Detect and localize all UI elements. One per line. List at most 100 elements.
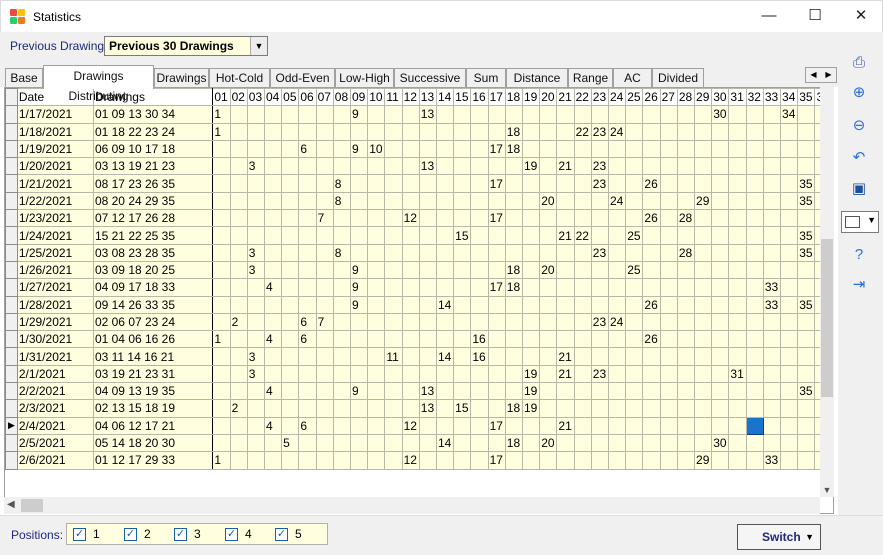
date-cell[interactable]: 1/25/2021 [16,243,94,262]
undo-icon[interactable]: ↶ [850,149,868,167]
number-cell[interactable] [332,278,351,297]
number-cell[interactable] [418,243,437,262]
zoom-out-icon[interactable]: ⊖ [850,117,868,135]
number-cell[interactable]: 18 [504,278,523,297]
number-cell[interactable]: 6 [298,312,317,332]
number-cell[interactable] [539,312,558,332]
number-cell[interactable] [418,139,437,159]
number-cell[interactable] [607,243,627,262]
checkbox-check-icon[interactable]: ✓ [73,528,86,541]
number-cell[interactable]: 23 [590,364,610,384]
number-cell[interactable] [212,382,231,401]
number-cell[interactable] [711,191,730,211]
number-cell[interactable] [453,209,472,228]
number-cell[interactable] [625,399,644,418]
number-cell[interactable] [315,122,334,141]
number-cell[interactable] [315,157,334,176]
number-cell[interactable] [470,382,489,401]
number-cell[interactable] [676,295,696,314]
number-cell[interactable] [435,416,455,435]
number-cell[interactable] [246,451,265,470]
number-cell[interactable] [435,122,455,141]
number-cell[interactable] [539,330,558,349]
number-cell[interactable] [384,312,403,332]
number-cell[interactable] [762,312,782,332]
number-cell[interactable] [246,139,265,159]
number-cell[interactable] [263,260,283,280]
number-cell[interactable] [521,122,541,141]
number-cell[interactable] [556,330,575,349]
number-cell[interactable]: 4 [263,278,283,297]
number-cell[interactable] [487,312,506,332]
number-cell[interactable] [780,226,799,245]
number-cell[interactable]: 3 [246,364,265,384]
number-cell[interactable] [676,399,696,418]
number-cell[interactable] [212,157,231,176]
number-cell[interactable] [418,260,437,280]
table-row[interactable]: 1/26/2021 03 09 18 20 25 3 9 18 20 25 [5,260,833,280]
number-cell[interactable] [797,105,816,124]
number-cell[interactable] [212,174,231,193]
number-cell[interactable] [711,330,730,349]
number-cell[interactable] [711,278,730,297]
date-cell[interactable]: 1/28/2021 [16,295,94,314]
color-picker[interactable]: ▼ [841,211,879,233]
number-cell[interactable] [797,260,816,280]
number-cell[interactable] [367,433,386,453]
number-cell[interactable] [504,174,523,193]
number-cell[interactable] [384,122,403,141]
number-column-header[interactable]: 13 [418,88,437,107]
number-cell[interactable] [642,260,661,280]
number-cell[interactable]: 3 [246,347,265,366]
number-cell[interactable]: 21 [556,364,575,384]
number-column-header[interactable]: 05 [281,88,300,107]
number-cell[interactable] [401,330,420,349]
number-cell[interactable] [453,312,472,332]
number-cell[interactable] [315,416,334,435]
number-cell[interactable] [384,243,403,262]
number-cell[interactable] [694,399,713,418]
number-cell[interactable] [470,295,489,314]
number-column-header[interactable]: 02 [229,88,248,107]
row-indicator[interactable] [5,433,18,453]
number-cell[interactable] [676,105,696,124]
number-cell[interactable] [263,122,283,141]
drawings-cell[interactable]: 07 12 17 26 28 [92,209,214,228]
number-cell[interactable] [745,399,764,418]
number-cell[interactable] [780,364,799,384]
number-cell[interactable]: 3 [246,243,265,262]
number-cell[interactable] [504,191,523,211]
number-cell[interactable] [401,139,420,159]
number-cell[interactable] [780,312,799,332]
number-cell[interactable] [315,260,334,280]
number-cell[interactable]: 7 [315,312,334,332]
number-cell[interactable] [298,347,317,366]
number-cell[interactable] [590,295,610,314]
number-cell[interactable] [607,347,627,366]
number-cell[interactable] [453,191,472,211]
number-cell[interactable] [229,157,248,176]
number-cell[interactable] [263,174,283,193]
number-cell[interactable] [711,312,730,332]
tab-divided[interactable]: Divided [652,68,704,88]
date-cell[interactable]: 1/29/2021 [16,312,94,332]
number-cell[interactable] [556,433,575,453]
number-cell[interactable]: 8 [332,191,351,211]
table-row[interactable]: 1/25/2021 03 08 23 28 35 3 8 23 28 35 [5,243,833,262]
number-column-header[interactable]: 21 [556,88,575,107]
number-cell[interactable] [384,157,403,176]
number-cell[interactable] [504,312,523,332]
number-cell[interactable] [676,416,696,435]
number-cell[interactable]: 20 [539,433,558,453]
number-cell[interactable] [470,312,489,332]
number-cell[interactable]: 9 [349,139,369,159]
number-cell[interactable]: 26 [642,209,661,228]
number-cell[interactable] [418,191,437,211]
number-cell[interactable] [315,139,334,159]
number-cell[interactable] [315,330,334,349]
number-cell[interactable] [521,278,541,297]
number-cell[interactable] [418,312,437,332]
number-cell[interactable] [694,174,713,193]
date-cell[interactable]: 1/22/2021 [16,191,94,211]
number-cell[interactable] [745,433,764,453]
